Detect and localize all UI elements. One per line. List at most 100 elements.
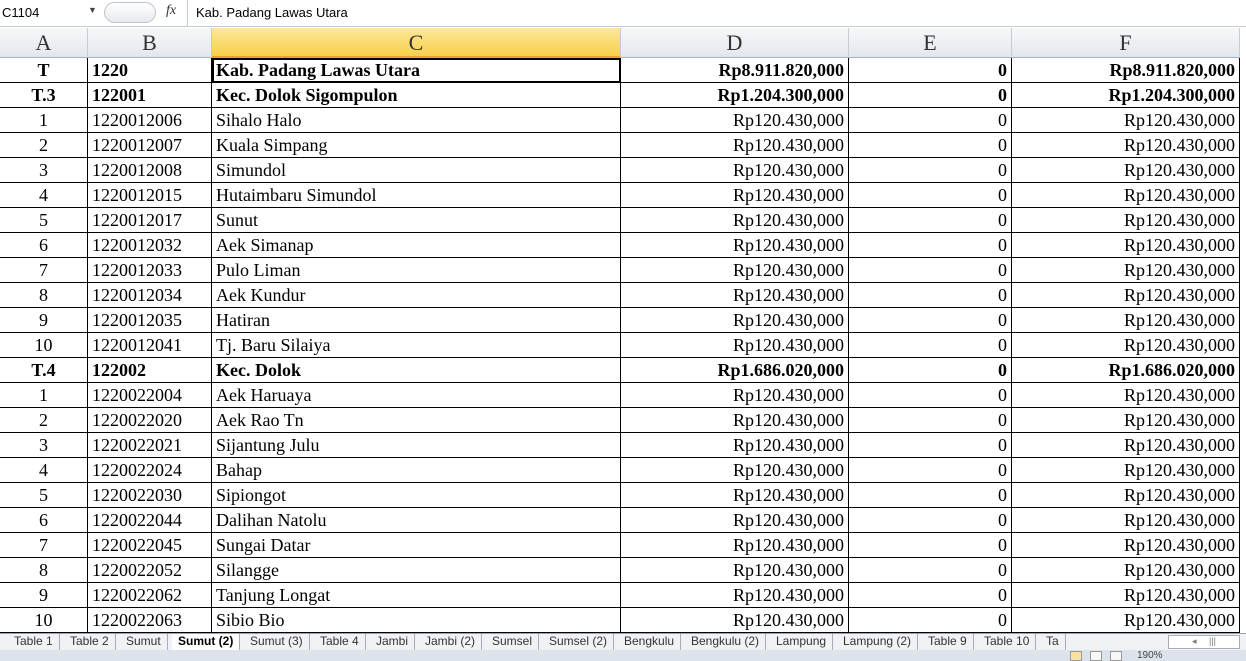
cell-a1[interactable]: T <box>0 58 88 83</box>
cell-f11[interactable]: Rp120.430,000 <box>1012 308 1240 333</box>
horizontal-scrollbar[interactable]: ◂ ||| <box>1168 635 1240 649</box>
cell-f12[interactable]: Rp120.430,000 <box>1012 333 1240 358</box>
cell-b22[interactable]: 1220022062 <box>88 583 212 608</box>
cell-e21[interactable]: 0 <box>849 558 1012 583</box>
cell-e9[interactable]: 0 <box>849 258 1012 283</box>
cell-f1[interactable]: Rp8.911.820,000 <box>1012 58 1240 83</box>
sheet-tab[interactable]: Sumut <box>120 634 168 650</box>
cell-d11[interactable]: Rp120.430,000 <box>621 308 849 333</box>
cell-a4[interactable]: 2 <box>0 133 88 158</box>
cell-a21[interactable]: 8 <box>0 558 88 583</box>
cell-e23[interactable]: 0 <box>849 608 1012 633</box>
cell-e8[interactable]: 0 <box>849 233 1012 258</box>
cell-b18[interactable]: 1220022030 <box>88 483 212 508</box>
cell-f16[interactable]: Rp120.430,000 <box>1012 433 1240 458</box>
cell-c15[interactable]: Aek Rao Tn <box>212 408 621 433</box>
cell-c22[interactable]: Tanjung Longat <box>212 583 621 608</box>
sheet-tab[interactable]: Table 9 <box>922 634 974 650</box>
cell-c23[interactable]: Sibio Bio <box>212 608 621 633</box>
cell-a8[interactable]: 6 <box>0 233 88 258</box>
formula-bar-resize-handle[interactable] <box>104 2 156 23</box>
cell-a5[interactable]: 3 <box>0 158 88 183</box>
cell-c21[interactable]: Silangge <box>212 558 621 583</box>
cell-d18[interactable]: Rp120.430,000 <box>621 483 849 508</box>
cell-a18[interactable]: 5 <box>0 483 88 508</box>
cell-e10[interactable]: 0 <box>849 283 1012 308</box>
cell-f7[interactable]: Rp120.430,000 <box>1012 208 1240 233</box>
cell-b6[interactable]: 1220012015 <box>88 183 212 208</box>
column-header-b[interactable]: B <box>88 28 212 58</box>
cell-c4[interactable]: Kuala Simpang <box>212 133 621 158</box>
cell-b12[interactable]: 1220012041 <box>88 333 212 358</box>
cell-b17[interactable]: 1220022024 <box>88 458 212 483</box>
cell-f3[interactable]: Rp120.430,000 <box>1012 108 1240 133</box>
sheet-tab[interactable]: Sumsel <box>486 634 540 650</box>
name-box[interactable]: C1104 <box>0 2 100 23</box>
sheet-tab[interactable]: Bengkulu <box>618 634 682 650</box>
cell-f19[interactable]: Rp120.430,000 <box>1012 508 1240 533</box>
cell-d4[interactable]: Rp120.430,000 <box>621 133 849 158</box>
cell-e3[interactable]: 0 <box>849 108 1012 133</box>
cell-d21[interactable]: Rp120.430,000 <box>621 558 849 583</box>
cell-c8[interactable]: Aek Simanap <box>212 233 621 258</box>
cell-f4[interactable]: Rp120.430,000 <box>1012 133 1240 158</box>
cell-e19[interactable]: 0 <box>849 508 1012 533</box>
cell-c2[interactable]: Kec. Dolok Sigompulon <box>212 83 621 108</box>
cell-c5[interactable]: Simundol <box>212 158 621 183</box>
cell-d3[interactable]: Rp120.430,000 <box>621 108 849 133</box>
cell-c18[interactable]: Sipiongot <box>212 483 621 508</box>
cell-e5[interactable]: 0 <box>849 158 1012 183</box>
cell-f22[interactable]: Rp120.430,000 <box>1012 583 1240 608</box>
cell-e17[interactable]: 0 <box>849 458 1012 483</box>
cell-a9[interactable]: 7 <box>0 258 88 283</box>
cell-e11[interactable]: 0 <box>849 308 1012 333</box>
cell-d7[interactable]: Rp120.430,000 <box>621 208 849 233</box>
page-layout-view-icon[interactable] <box>1090 651 1102 661</box>
cell-b9[interactable]: 1220012033 <box>88 258 212 283</box>
cell-a7[interactable]: 5 <box>0 208 88 233</box>
column-header-e[interactable]: E <box>849 28 1012 58</box>
cell-b23[interactable]: 1220022063 <box>88 608 212 633</box>
cell-d20[interactable]: Rp120.430,000 <box>621 533 849 558</box>
cell-f10[interactable]: Rp120.430,000 <box>1012 283 1240 308</box>
cell-d1[interactable]: Rp8.911.820,000 <box>621 58 849 83</box>
cell-a12[interactable]: 10 <box>0 333 88 358</box>
cell-c20[interactable]: Sungai Datar <box>212 533 621 558</box>
cell-f6[interactable]: Rp120.430,000 <box>1012 183 1240 208</box>
cell-f9[interactable]: Rp120.430,000 <box>1012 258 1240 283</box>
cell-b1[interactable]: 1220 <box>88 58 212 83</box>
formula-input[interactable]: Kab. Padang Lawas Utara <box>187 0 1246 27</box>
cell-d13[interactable]: Rp1.686.020,000 <box>621 358 849 383</box>
cell-f8[interactable]: Rp120.430,000 <box>1012 233 1240 258</box>
cell-c7[interactable]: Sunut <box>212 208 621 233</box>
sheet-tab[interactable]: Jambi (2) <box>419 634 483 650</box>
cell-a14[interactable]: 1 <box>0 383 88 408</box>
cell-d9[interactable]: Rp120.430,000 <box>621 258 849 283</box>
cell-b7[interactable]: 1220012017 <box>88 208 212 233</box>
cell-a16[interactable]: 3 <box>0 433 88 458</box>
cell-b2[interactable]: 122001 <box>88 83 212 108</box>
cell-d2[interactable]: Rp1.204.300,000 <box>621 83 849 108</box>
sheet-tab[interactable]: Table 1 <box>8 634 60 650</box>
cell-b16[interactable]: 1220022021 <box>88 433 212 458</box>
cell-b14[interactable]: 1220022004 <box>88 383 212 408</box>
sheet-tab[interactable]: Lampung (2) <box>837 634 919 650</box>
cell-c1[interactable]: Kab. Padang Lawas Utara <box>212 58 621 83</box>
cell-c10[interactable]: Aek Kundur <box>212 283 621 308</box>
cell-a22[interactable]: 9 <box>0 583 88 608</box>
cell-b21[interactable]: 1220022052 <box>88 558 212 583</box>
cell-d16[interactable]: Rp120.430,000 <box>621 433 849 458</box>
sheet-tab[interactable]: Ta <box>1040 634 1066 650</box>
sheet-tab[interactable]: Sumut (2) <box>172 634 241 650</box>
cell-f23[interactable]: Rp120.430,000 <box>1012 608 1240 633</box>
cell-a20[interactable]: 7 <box>0 533 88 558</box>
cell-d19[interactable]: Rp120.430,000 <box>621 508 849 533</box>
cell-b3[interactable]: 1220012006 <box>88 108 212 133</box>
cell-c17[interactable]: Bahap <box>212 458 621 483</box>
cell-f20[interactable]: Rp120.430,000 <box>1012 533 1240 558</box>
cell-a2[interactable]: T.3 <box>0 83 88 108</box>
zoom-level[interactable]: 190% <box>1137 651 1163 661</box>
sheet-tab[interactable]: Bengkulu (2) <box>685 634 767 650</box>
cell-e12[interactable]: 0 <box>849 333 1012 358</box>
sheet-tab[interactable]: Sumut (3) <box>244 634 310 650</box>
